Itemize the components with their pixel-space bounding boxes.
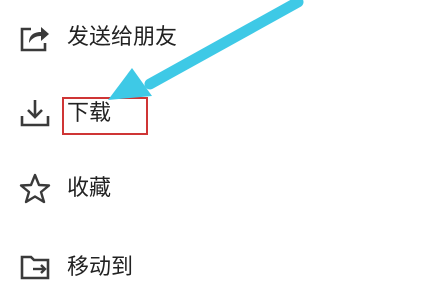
menu-item-label: 移动到: [67, 255, 134, 280]
download-icon: [20, 100, 50, 127]
menu-item-label: 收藏: [67, 176, 112, 201]
star-icon: [19, 173, 51, 204]
menu-item-download[interactable]: 下载: [0, 86, 440, 146]
menu-item-favorite[interactable]: 收藏: [0, 161, 440, 221]
share-icon: [20, 27, 49, 52]
menu-item-label: 发送给朋友: [67, 25, 178, 50]
menu-item-label: 下载: [67, 101, 112, 126]
folder-move-icon: [20, 255, 50, 280]
menu-item-send-to-friend[interactable]: 发送给朋友: [0, 10, 440, 70]
menu-item-move-to[interactable]: 移动到: [0, 238, 440, 298]
context-menu: 发送给朋友 下载 收藏 移动到: [0, 0, 440, 303]
